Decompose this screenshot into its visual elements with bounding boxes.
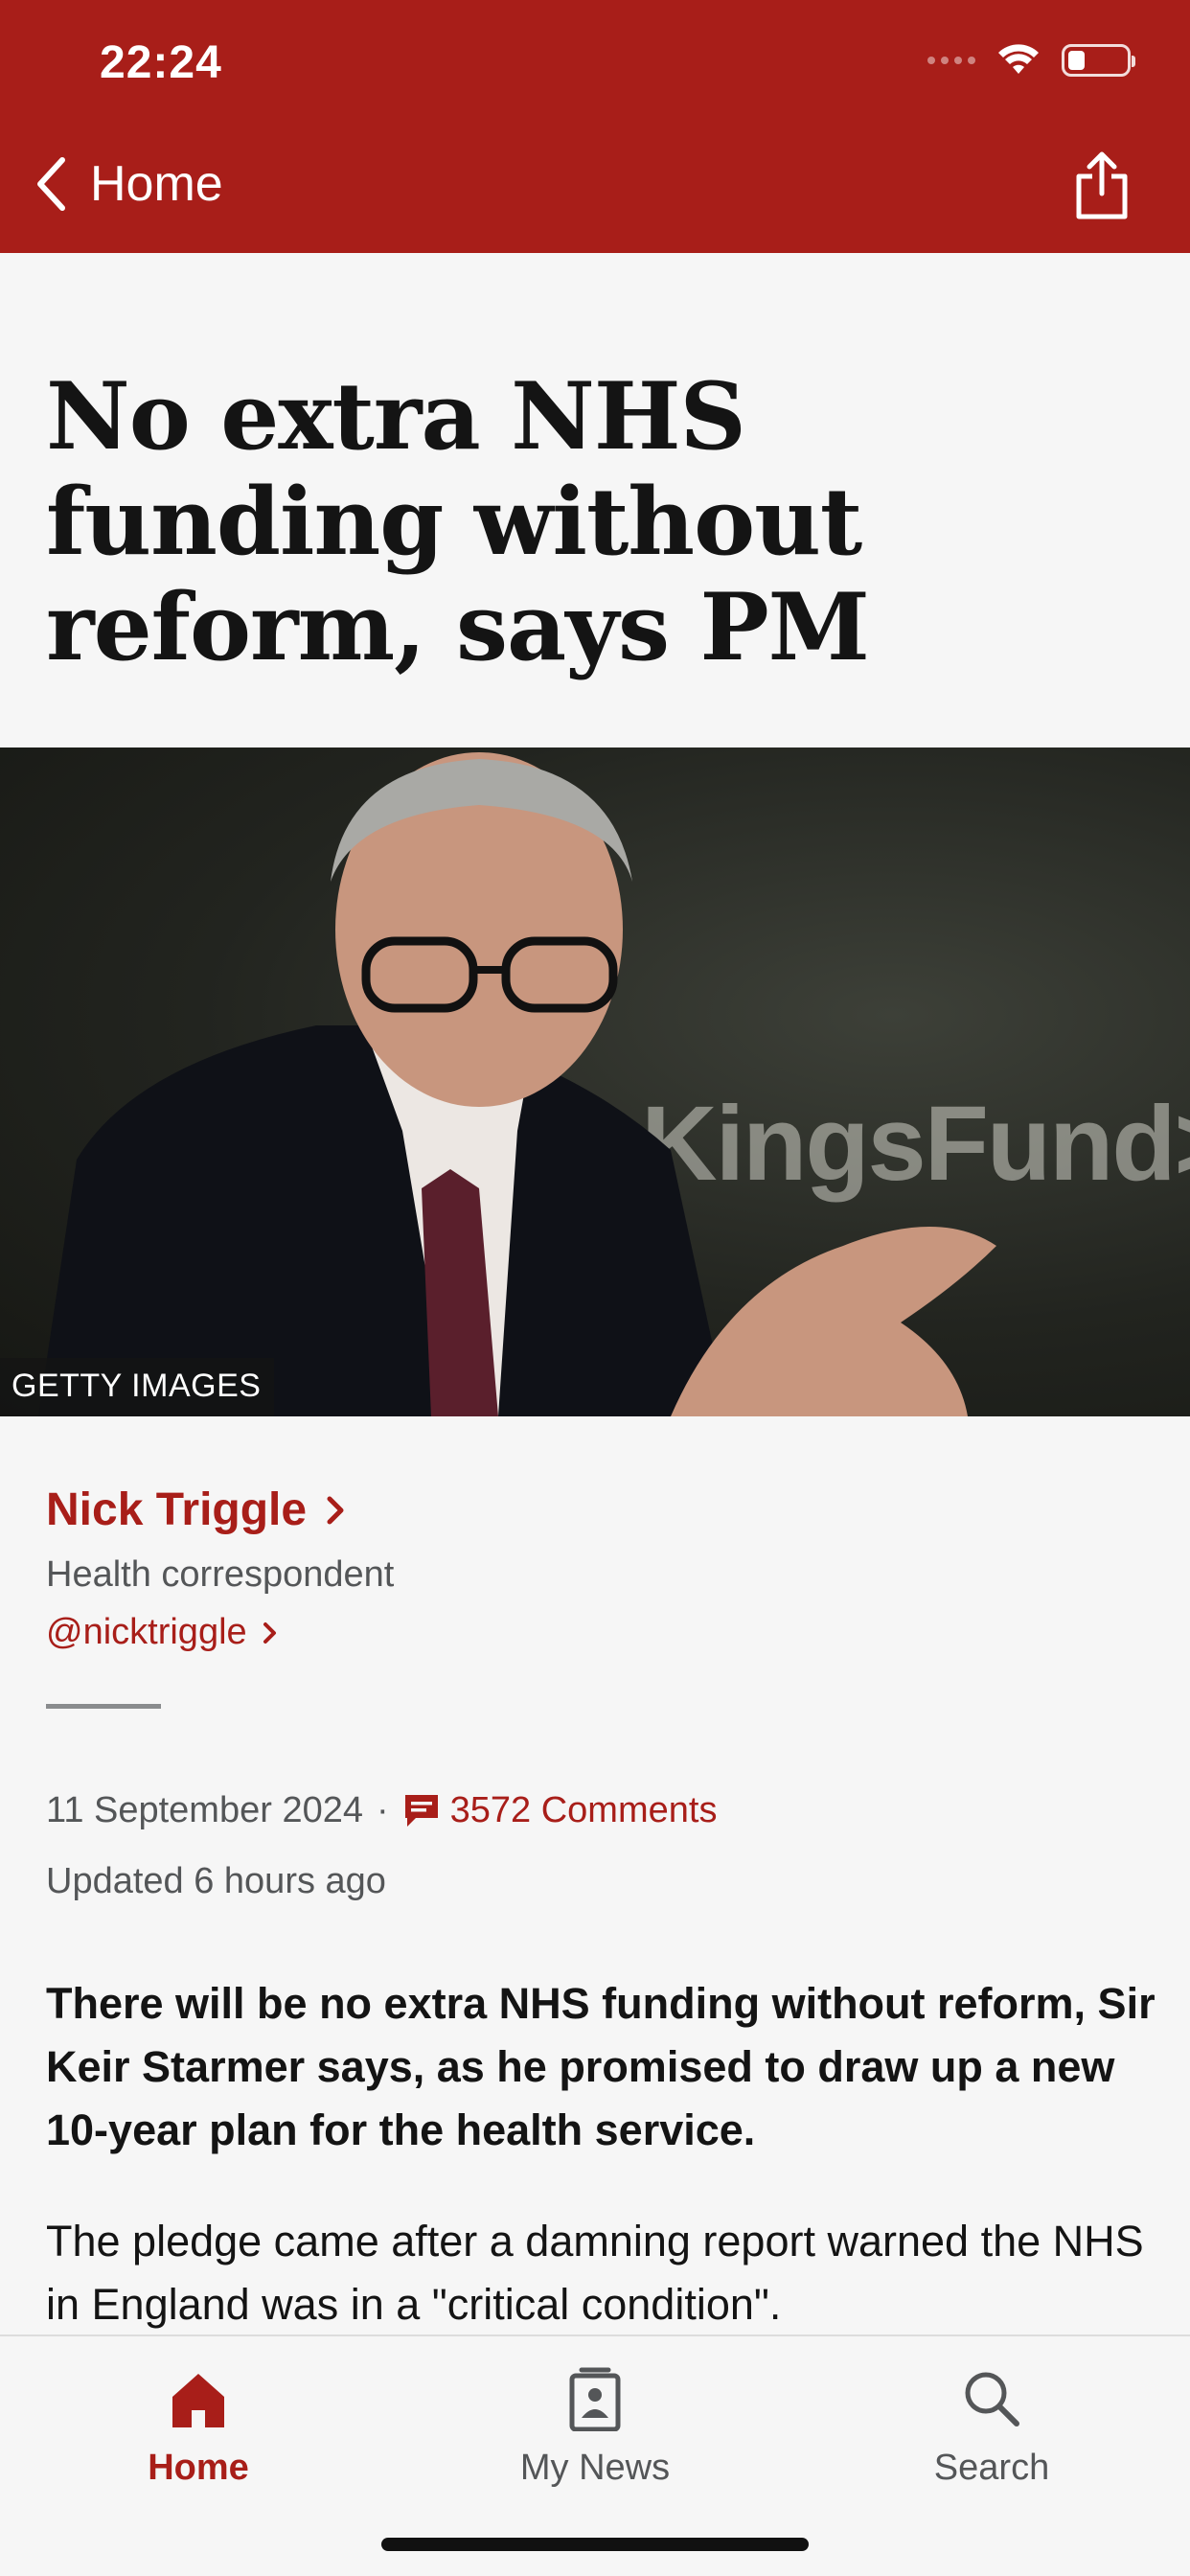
status-indicators — [927, 44, 1135, 77]
comments-count: 3572 Comments — [449, 1790, 718, 1830]
article-headline: No extra NHS funding without reform, say… — [46, 362, 870, 681]
search-icon — [965, 2372, 1019, 2426]
battery-level — [1068, 51, 1085, 70]
tab-my-news-label: My News — [519, 2448, 671, 2488]
author-role: Health correspondent — [46, 1554, 395, 1595]
comment-icon — [404, 1794, 438, 1827]
share-icon — [1076, 151, 1128, 219]
my-news-icon — [569, 2367, 621, 2431]
battery-icon — [1062, 44, 1135, 77]
back-button[interactable]: Home — [34, 155, 223, 213]
tab-home[interactable]: Home — [0, 2356, 397, 2489]
cellular-signal-icon — [927, 57, 975, 64]
author-name: Nick Triggle — [46, 1484, 308, 1535]
tab-search[interactable]: Search — [793, 2356, 1190, 2489]
share-button[interactable] — [1073, 151, 1131, 225]
tab-home-label: Home — [148, 2448, 249, 2488]
author-link[interactable]: Nick Triggle — [46, 1484, 353, 1536]
publish-date: 11 September 2024 — [46, 1790, 363, 1830]
person-photo — [38, 752, 996, 1416]
image-credit: GETTY IMAGES — [0, 1358, 275, 1416]
author-handle-link[interactable]: @nicktriggle — [46, 1612, 284, 1653]
home-icon — [172, 2374, 224, 2427]
meta-separator: · — [376, 1790, 389, 1830]
tab-my-news[interactable]: My News — [397, 2356, 793, 2489]
status-time: 22:24 — [100, 37, 222, 88]
article-intro: There will be no extra NHS funding witho… — [46, 1979, 1156, 2154]
article-image: eKingsFund> GETTY IMAGES — [0, 748, 1190, 1416]
chevron-left-icon — [37, 157, 65, 211]
chevron-right-icon — [327, 1496, 344, 1524]
article-paragraph: The pledge came after a damning report w… — [46, 2217, 1144, 2329]
byline-divider — [46, 1704, 161, 1709]
chevron-right-icon — [263, 1622, 276, 1644]
article-meta: 11 September 2024 · 3572 Comments — [46, 1790, 717, 1831]
wifi-icon — [998, 44, 1039, 74]
app-header: 22:24 Home — [0, 0, 1190, 253]
home-indicator — [381, 2538, 809, 2551]
comments-link[interactable]: 3572 Comments — [402, 1790, 718, 1831]
tab-search-label: Search — [933, 2448, 1050, 2488]
updated-time: Updated 6 hours ago — [46, 1861, 386, 1901]
back-label: Home — [90, 156, 223, 212]
author-handle: @nicktriggle — [46, 1612, 247, 1652]
